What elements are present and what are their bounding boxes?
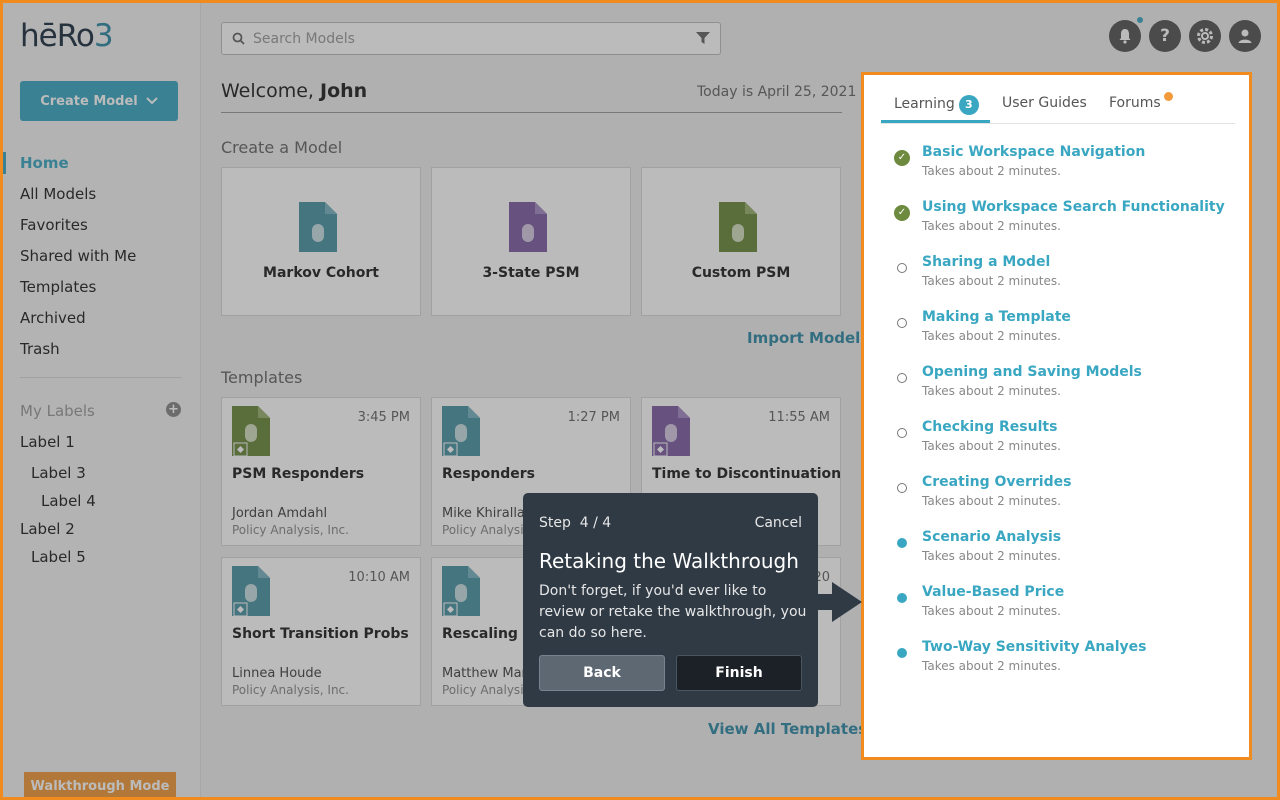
lesson-title[interactable]: Basic Workspace Navigation [922,144,1145,160]
lesson-item[interactable]: ✓ Basic Workspace Navigation Takes about 2… [864,144,1249,194]
walkthrough-back-button[interactable]: Back [539,655,665,691]
new-lesson-dot-icon [897,648,907,658]
new-lesson-dot-icon [897,593,907,603]
lesson-duration: Takes about 2 minutes. [922,549,1061,563]
popover-pointer-arrow [818,582,862,622]
lesson-item[interactable]: Creating Overrides Takes about 2 minutes. [864,474,1249,524]
lesson-title[interactable]: Sharing a Model [922,254,1050,270]
lesson-duration: Takes about 2 minutes. [922,329,1061,343]
walkthrough-finish-button[interactable]: Finish [676,655,802,691]
lesson-item[interactable]: Opening and Saving Models Takes about 2 m… [864,364,1249,414]
lesson-item[interactable]: Checking Results Takes about 2 minutes. [864,419,1249,469]
lesson-item[interactable]: Making a Template Takes about 2 minutes. [864,309,1249,359]
tab-user-guides[interactable]: User Guides [1002,95,1087,111]
app-root: hēRo3 Create Model Home All Models Favor… [0,0,1280,800]
lesson-title[interactable]: Checking Results [922,419,1057,435]
learning-panel: Learning 3 User Guides Forums ✓ Basic Work… [861,72,1252,760]
tab-forums[interactable]: Forums [1109,95,1161,111]
check-icon: ✓ [894,205,910,221]
tab-learning[interactable]: Learning 3 [894,95,979,115]
lesson-item[interactable]: ✓ Using Workspace Search Functionality Tak… [864,199,1249,249]
walkthrough-title: Retaking the Walkthrough [539,549,799,573]
lesson-duration: Takes about 2 minutes. [922,274,1061,288]
lesson-item[interactable]: Sharing a Model Takes about 2 minutes. [864,254,1249,304]
learning-count-badge: 3 [958,95,979,115]
lesson-title[interactable]: Scenario Analysis [922,529,1061,545]
lesson-duration: Takes about 2 minutes. [922,604,1061,618]
new-lesson-dot-icon [897,538,907,548]
incomplete-circle-icon [897,263,907,273]
incomplete-circle-icon [897,483,907,493]
walkthrough-cancel-button[interactable]: Cancel [755,515,802,531]
lesson-title[interactable]: Two-Way Sensitivity Analyes [922,639,1147,655]
lesson-item[interactable]: Scenario Analysis Takes about 2 minutes. [864,529,1249,579]
lesson-duration: Takes about 2 minutes. [922,219,1061,233]
walkthrough-body: Don't forget, if you'd ever like to revi… [539,583,807,641]
lesson-item[interactable]: Two-Way Sensitivity Analyes Takes about 2… [864,639,1249,689]
lesson-duration: Takes about 2 minutes. [922,164,1061,178]
tab-divider [881,123,1235,124]
walkthrough-step-indicator: Step 4 / 4 [539,515,612,531]
lesson-duration: Takes about 2 minutes. [922,439,1061,453]
walkthrough-popover: Step 4 / 4 Cancel Retaking the Walkthrou… [523,493,818,707]
lesson-item[interactable]: Value-Based Price Takes about 2 minutes. [864,584,1249,634]
lesson-duration: Takes about 2 minutes. [922,494,1061,508]
forums-notification-dot [1164,92,1173,101]
lesson-duration: Takes about 2 minutes. [922,659,1061,673]
lesson-title[interactable]: Value-Based Price [922,584,1064,600]
incomplete-circle-icon [897,373,907,383]
incomplete-circle-icon [897,428,907,438]
lesson-title[interactable]: Opening and Saving Models [922,364,1142,380]
check-icon: ✓ [894,150,910,166]
lesson-title[interactable]: Using Workspace Search Functionality [922,199,1225,215]
lesson-title[interactable]: Making a Template [922,309,1071,325]
incomplete-circle-icon [897,318,907,328]
lesson-duration: Takes about 2 minutes. [922,384,1061,398]
lesson-title[interactable]: Creating Overrides [922,474,1071,490]
